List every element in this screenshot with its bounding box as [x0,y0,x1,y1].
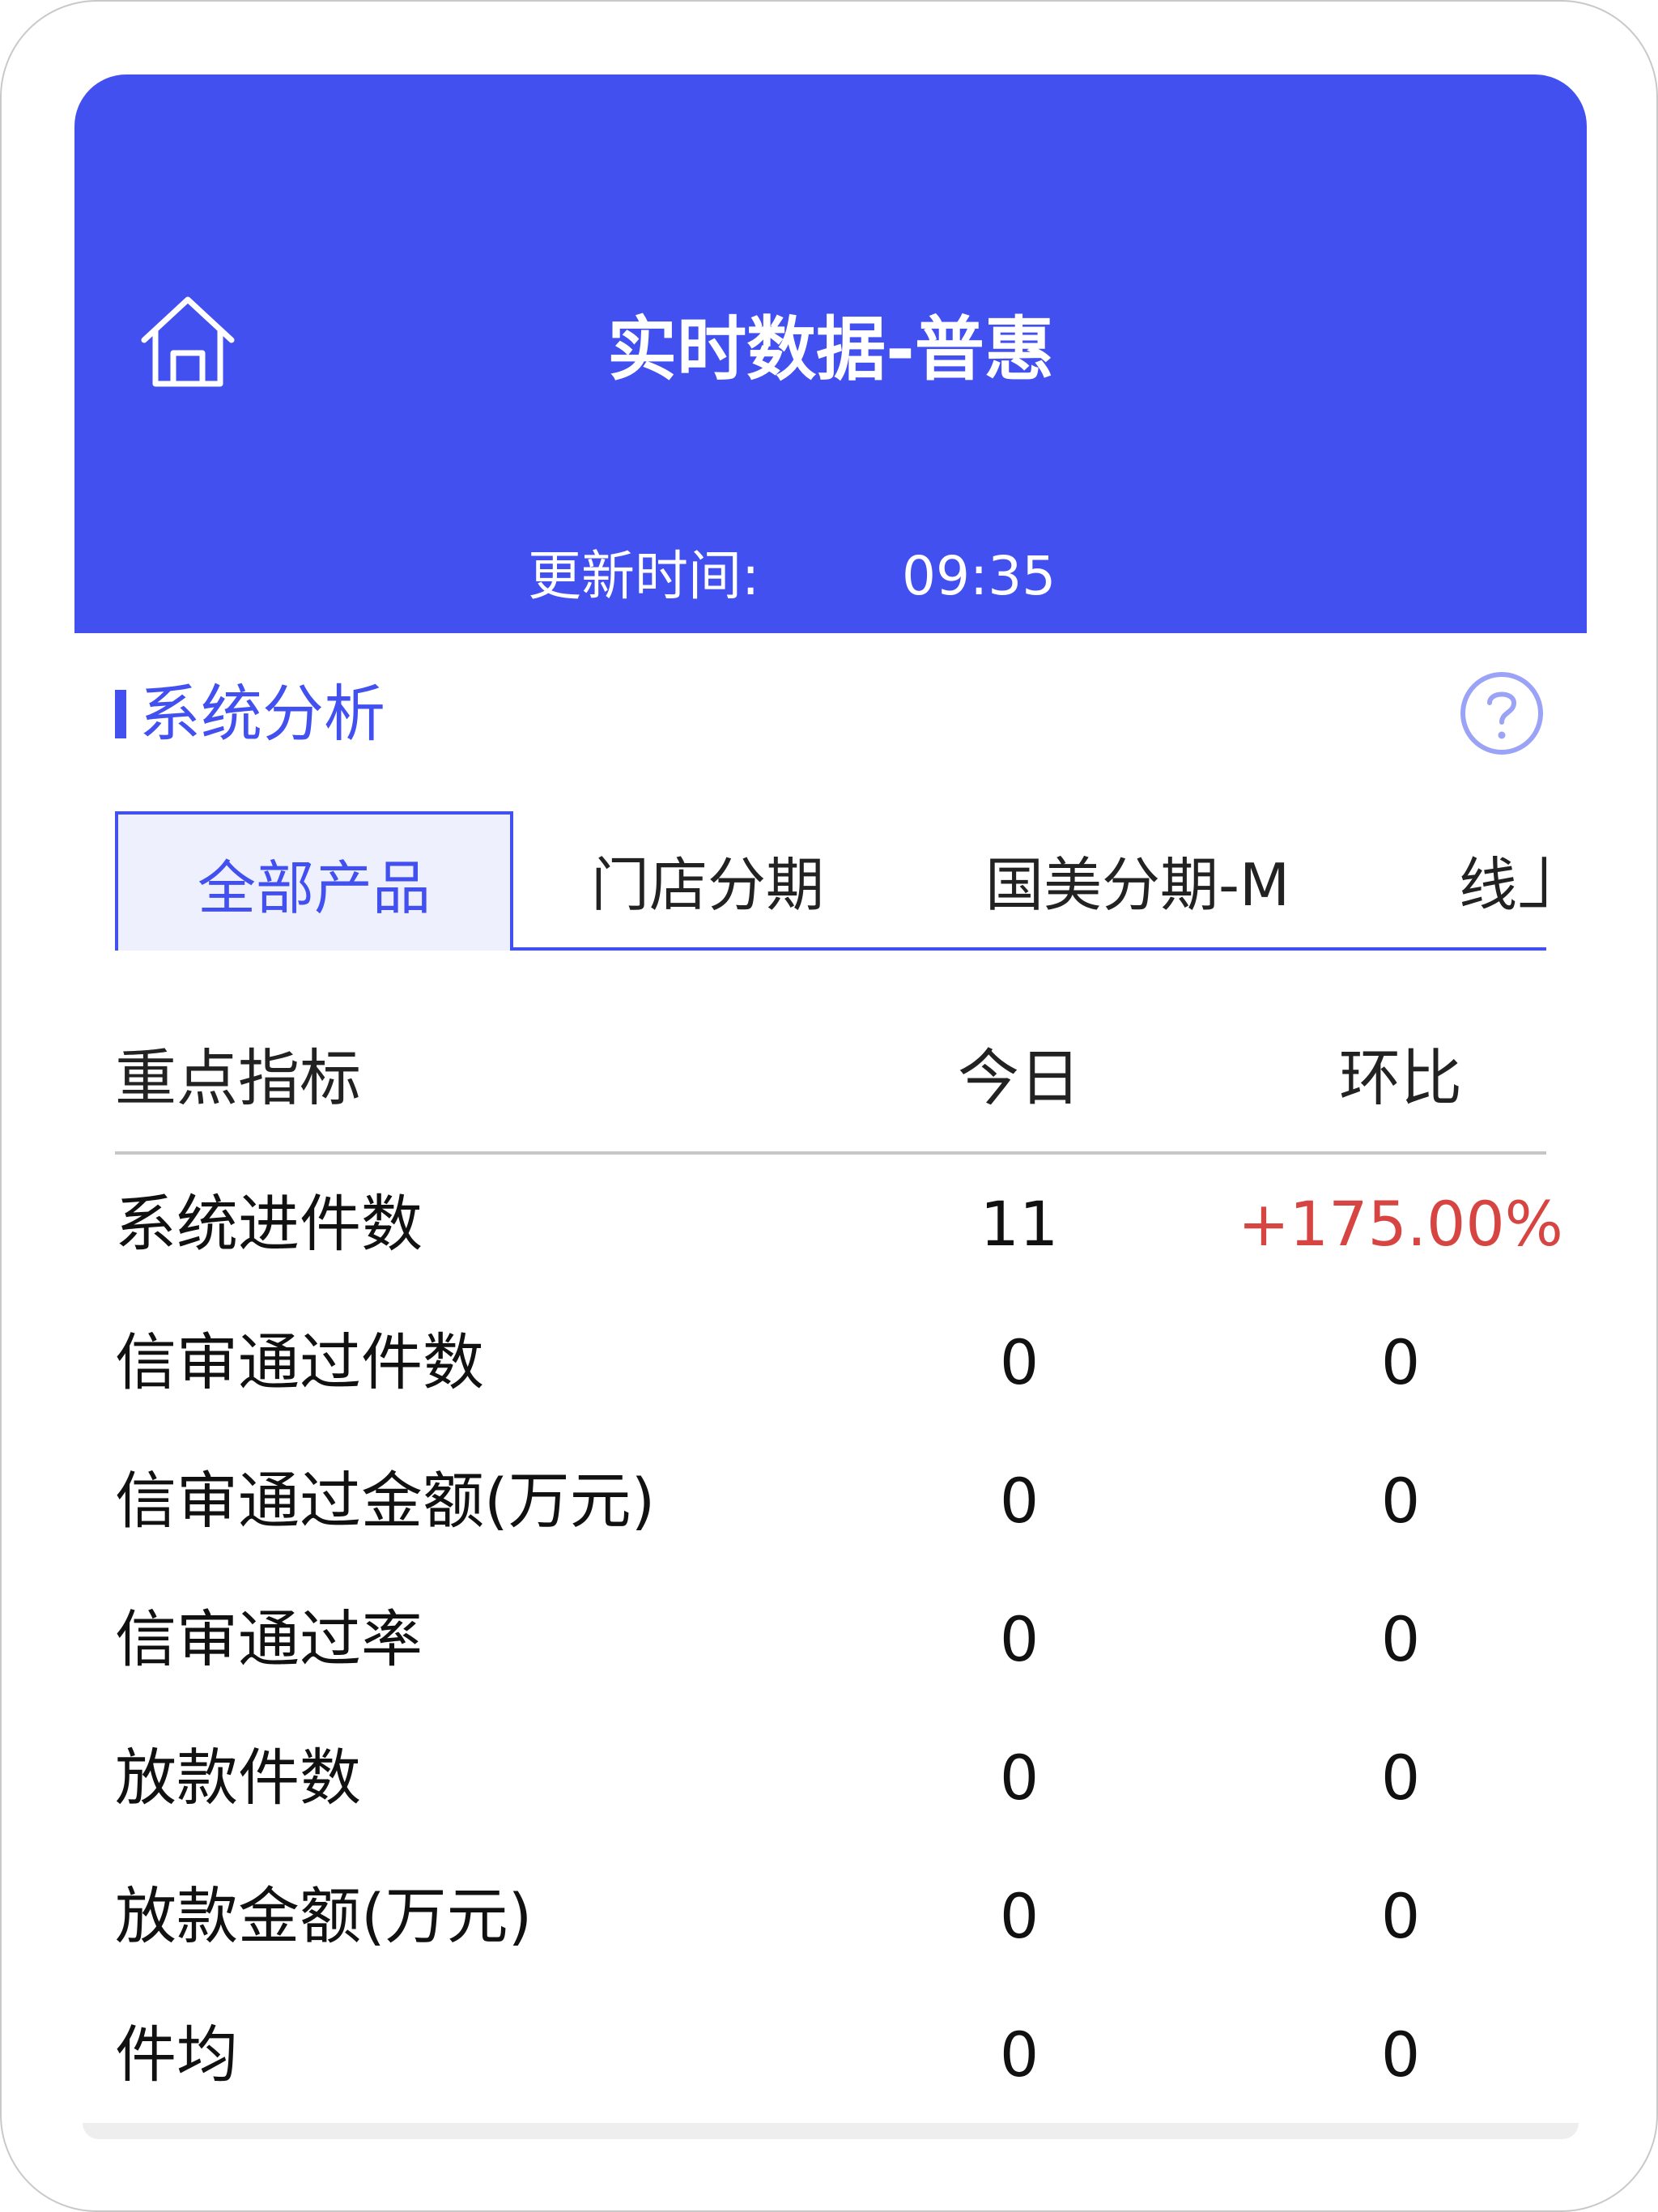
update-time-value: 09:35 [902,545,1056,607]
column-header-metric: 重点指标 [115,1042,361,1114]
table-row: 放款件数 0 0 [115,1708,1546,1847]
device-frame: 实时数据-普惠 更新时间: 09:35 系统分析 全部产品 门店分期 国美分期-… [0,0,1658,2212]
metric-name: 系统进件数 [115,1187,423,1260]
card-bottom-edge [83,2123,1579,2139]
today-value: 0 [999,1741,1039,1814]
metrics-table: 重点指标 今日 环比 系统进件数 11 +175.00% 信审通过件数 0 0 … [115,1006,1563,2124]
table-row: 件均 0 0 [115,1985,1546,2124]
tab-store-installment[interactable]: 门店分期 [591,811,824,947]
product-tabs: 全部产品 门店分期 国美分期-M 线上 [115,811,1546,951]
section-title: 系统分析 [139,678,385,750]
metric-name: 信审通过金额(万元) [115,1464,656,1537]
mom-value: 0 [1380,1325,1421,1398]
today-value: 0 [999,1325,1039,1398]
table-row: 信审通过件数 0 0 [115,1293,1546,1431]
mom-value: 0 [1380,1602,1421,1675]
metric-name: 件均 [115,2018,238,2091]
tab-gome-installment-m[interactable]: 国美分期-M [985,811,1290,947]
column-header-today: 今日 [958,1042,1081,1114]
help-button[interactable] [1457,669,1546,758]
table-row: 放款金额(万元) 0 0 [115,1847,1546,1985]
today-value: 11 [980,1187,1059,1260]
metric-name: 放款件数 [115,1741,361,1814]
page-title: 实时数据-普惠 [607,309,1054,390]
mom-value: +175.00% [1238,1187,1563,1260]
table-header: 重点指标 今日 环比 [115,1006,1546,1155]
update-time-label: 更新时间: [528,545,760,607]
table-row: 信审通过率 0 0 [115,1570,1546,1708]
table-row: 信审通过金额(万元) 0 0 [115,1431,1546,1570]
mom-value: 0 [1380,1741,1421,1814]
mom-value: 0 [1380,1879,1421,1952]
app-header: 实时数据-普惠 更新时间: 09:35 [74,74,1587,633]
tab-all-products[interactable]: 全部产品 [115,811,513,951]
section-header: 系统分析 [115,666,1546,763]
tab-online[interactable]: 线上 [1459,811,1546,947]
section-accent-bar [115,690,126,738]
today-value: 0 [999,2018,1039,2091]
mom-value: 0 [1380,1464,1421,1537]
metric-name: 信审通过率 [115,1602,423,1675]
mom-value: 0 [1380,2018,1421,2091]
metric-name: 信审通过件数 [115,1325,484,1398]
today-value: 0 [999,1879,1039,1952]
metric-name: 放款金额(万元) [115,1879,533,1952]
column-header-mom: 环比 [1339,1042,1462,1114]
table-row: 系统进件数 11 +175.00% [115,1155,1563,1293]
help-circle-icon [1460,672,1543,755]
today-value: 0 [999,1602,1039,1675]
today-value: 0 [999,1464,1039,1537]
